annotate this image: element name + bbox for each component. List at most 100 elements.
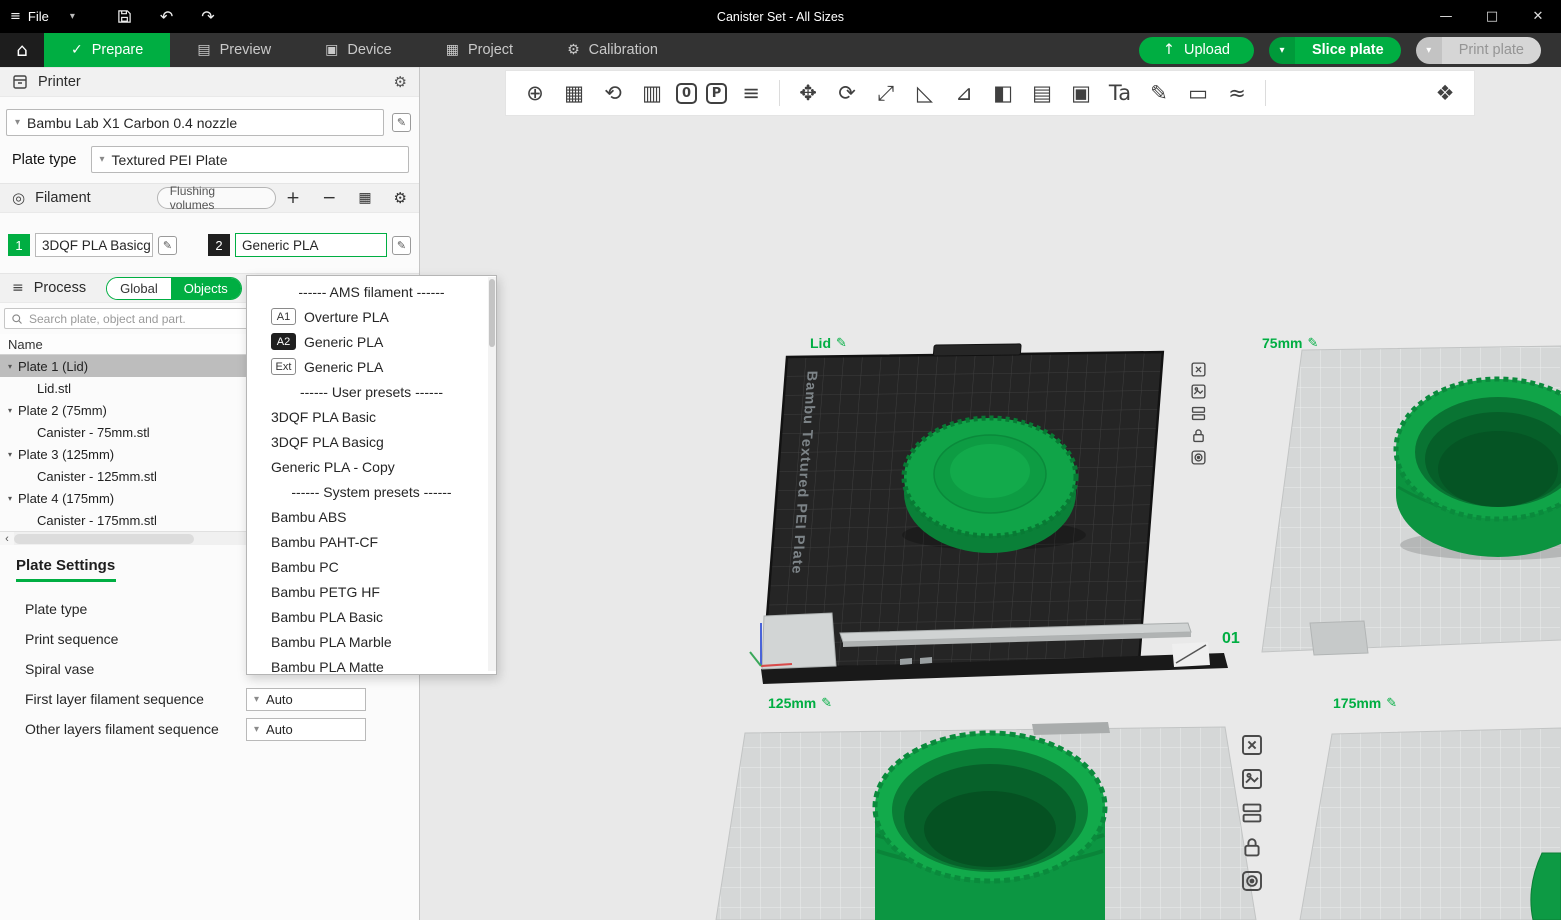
plate-name-icon[interactable] [1240, 801, 1264, 825]
text-icon[interactable]: Ta [1105, 83, 1135, 104]
ams-icon[interactable]: ▦ [358, 191, 371, 205]
arrange-plate-icon[interactable] [1190, 383, 1207, 400]
edit-pencil-icon[interactable]: ✎ [1386, 696, 1397, 711]
dropdown-scrollbar[interactable] [488, 277, 496, 671]
viewport-3d[interactable]: Bambu Textured PEI Plate [420, 67, 1561, 920]
measure-icon[interactable]: ▭ [1183, 83, 1213, 104]
filament-preset-option[interactable]: Bambu ABS [247, 504, 496, 529]
plate-type-row: Plate type ▾ Textured PEI Plate [0, 142, 419, 183]
filament-preset-option[interactable]: Bambu PLA Basic [247, 604, 496, 629]
plate-label-75mm[interactable]: 75mm ✎ [1262, 335, 1318, 351]
filament-preset-option[interactable]: Bambu PC [247, 554, 496, 579]
plate-label-lid[interactable]: Lid ✎ [810, 335, 847, 351]
filament-preset-option[interactable]: Bambu PAHT-CF [247, 529, 496, 554]
save-icon[interactable] [117, 9, 132, 24]
mirror-icon[interactable]: ◧ [988, 83, 1018, 104]
edit-pencil-icon[interactable]: ✎ [836, 336, 847, 351]
add-filament-icon[interactable]: + [286, 190, 300, 207]
filament-preset-option[interactable]: A1 Overture PLA [247, 304, 496, 329]
preset-option-label: ------ AMS filament ------ [298, 284, 444, 300]
edit-filament-1-icon[interactable]: ✎ [158, 236, 177, 255]
objects-toggle[interactable]: Objects [171, 278, 241, 299]
plate-175mm[interactable] [1300, 728, 1561, 920]
slice-plate-button[interactable]: ▾ Slice plate [1269, 37, 1401, 64]
lock-plate-icon[interactable] [1240, 835, 1264, 859]
cut-icon[interactable]: ⊿ [949, 83, 979, 104]
upload-button[interactable]: ↑ Upload [1139, 37, 1254, 64]
rotate-icon[interactable]: ⟳ [832, 83, 862, 104]
fuzzy-skin-icon[interactable]: ▣ [1066, 83, 1096, 104]
scroll-left-icon[interactable]: ‹ [0, 533, 14, 545]
chevron-down-icon: ▾ [8, 494, 12, 503]
tab-icon: ▤ [197, 42, 210, 58]
model-canister-75mm[interactable] [1396, 379, 1561, 560]
plate-name-icon[interactable] [1190, 405, 1207, 422]
maximize-button[interactable]: □ [1469, 0, 1515, 33]
viewport-canvas[interactable]: Bambu Textured PEI Plate [420, 67, 1561, 920]
object-list-icon[interactable]: ≡ [736, 83, 766, 104]
minimize-button[interactable]: — [1423, 0, 1469, 33]
auto-orient-icon[interactable]: ⟲ [598, 83, 628, 104]
tab-device[interactable]: ▣ Device [298, 33, 419, 67]
plate-settings-icon[interactable] [1240, 869, 1264, 893]
scale-icon[interactable]: ⤢ [871, 83, 901, 104]
remove-filament-icon[interactable]: − [322, 190, 336, 207]
delete-plate-icon[interactable] [1190, 361, 1207, 378]
variable-layer-height-icon[interactable]: ▤ [1027, 83, 1057, 104]
add-plate-icon[interactable]: ▦ [559, 83, 589, 104]
filament-preset-option[interactable]: A2 Generic PLA [247, 329, 496, 354]
plate-settings-icon[interactable] [1190, 449, 1207, 466]
filament-preset-option[interactable]: Generic PLA - Copy [247, 454, 496, 479]
print-plate-button[interactable]: ▾ Print plate [1416, 37, 1541, 64]
dropdown-scrollbar-thumb[interactable] [489, 279, 495, 347]
plate-type-dropdown[interactable]: ▾ Textured PEI Plate [91, 146, 410, 173]
edit-pencil-icon[interactable]: ✎ [1307, 336, 1318, 351]
filament-2-dropdown[interactable]: Generic PLA [235, 233, 387, 257]
filament-preset-option[interactable]: Bambu PLA Matte [247, 654, 496, 675]
file-menu[interactable]: ≡ File ▾ [0, 9, 75, 24]
arrange-plate-icon[interactable] [1240, 767, 1264, 791]
plate-label-175mm[interactable]: 175mm ✎ [1333, 695, 1397, 711]
delete-plate-icon[interactable] [1240, 733, 1264, 757]
plate-label-125mm[interactable]: 125mm ✎ [768, 695, 832, 711]
gear-icon[interactable]: ⚙ [394, 73, 407, 91]
undo-icon[interactable]: ↶ [160, 7, 173, 26]
edit-pencil-icon[interactable]: ✎ [821, 696, 832, 711]
filament-preset-option[interactable]: Bambu PETG HF [247, 579, 496, 604]
lay-on-face-icon[interactable]: ◺ [910, 83, 940, 104]
filament-preset-option[interactable]: Ext Generic PLA [247, 354, 496, 379]
flushing-volumes-button[interactable]: Flushing volumes [157, 187, 276, 209]
plate-number: 01 [1222, 630, 1240, 648]
seam-painting-icon[interactable]: ≈ [1222, 83, 1252, 104]
scrollbar-thumb[interactable] [14, 534, 194, 544]
assembly-view-icon[interactable]: ❖ [1430, 83, 1460, 104]
split-to-objects-icon[interactable]: 0 [676, 83, 697, 104]
home-button[interactable]: ⌂ [0, 33, 44, 67]
close-button[interactable]: ✕ [1515, 0, 1561, 33]
setting-dropdown[interactable]: ▾ Auto [246, 688, 366, 711]
chevron-down-icon[interactable]: ▾ [1269, 37, 1295, 64]
chevron-down-icon[interactable]: ▾ [1416, 37, 1442, 64]
tab-preview[interactable]: ▤ Preview [170, 33, 298, 67]
split-to-parts-icon[interactable]: P [706, 83, 727, 104]
add-model-icon[interactable]: ⊕ [520, 83, 550, 104]
filament-preset-option[interactable]: Bambu PLA Marble [247, 629, 496, 654]
lock-plate-icon[interactable] [1190, 427, 1207, 444]
arrange-icon[interactable]: ▥ [637, 83, 667, 104]
printer-preset-dropdown[interactable]: ▾ Bambu Lab X1 Carbon 0.4 nozzle [6, 109, 384, 136]
tab-calibration[interactable]: ⚙ Calibration [540, 33, 685, 67]
setting-dropdown[interactable]: ▾ Auto [246, 718, 366, 741]
edit-filament-2-icon[interactable]: ✎ [392, 236, 411, 255]
color-painting-icon[interactable]: ✎ [1144, 83, 1174, 104]
tab-prepare[interactable]: ✓ Prepare [44, 33, 170, 67]
filament-preset-option[interactable]: 3DQF PLA Basic [247, 404, 496, 429]
tab-project[interactable]: ▦ Project [419, 33, 540, 67]
move-icon[interactable]: ✥ [793, 83, 823, 104]
redo-icon[interactable]: ↷ [201, 7, 214, 26]
filament-1-dropdown[interactable]: 3DQF PLA Basicg [35, 233, 153, 257]
filament-preset-option[interactable]: 3DQF PLA Basicg [247, 429, 496, 454]
model-canister-125mm[interactable] [875, 733, 1105, 920]
gear-icon[interactable]: ⚙ [394, 191, 407, 206]
global-toggle[interactable]: Global [107, 278, 171, 299]
edit-printer-icon[interactable]: ✎ [392, 113, 411, 132]
